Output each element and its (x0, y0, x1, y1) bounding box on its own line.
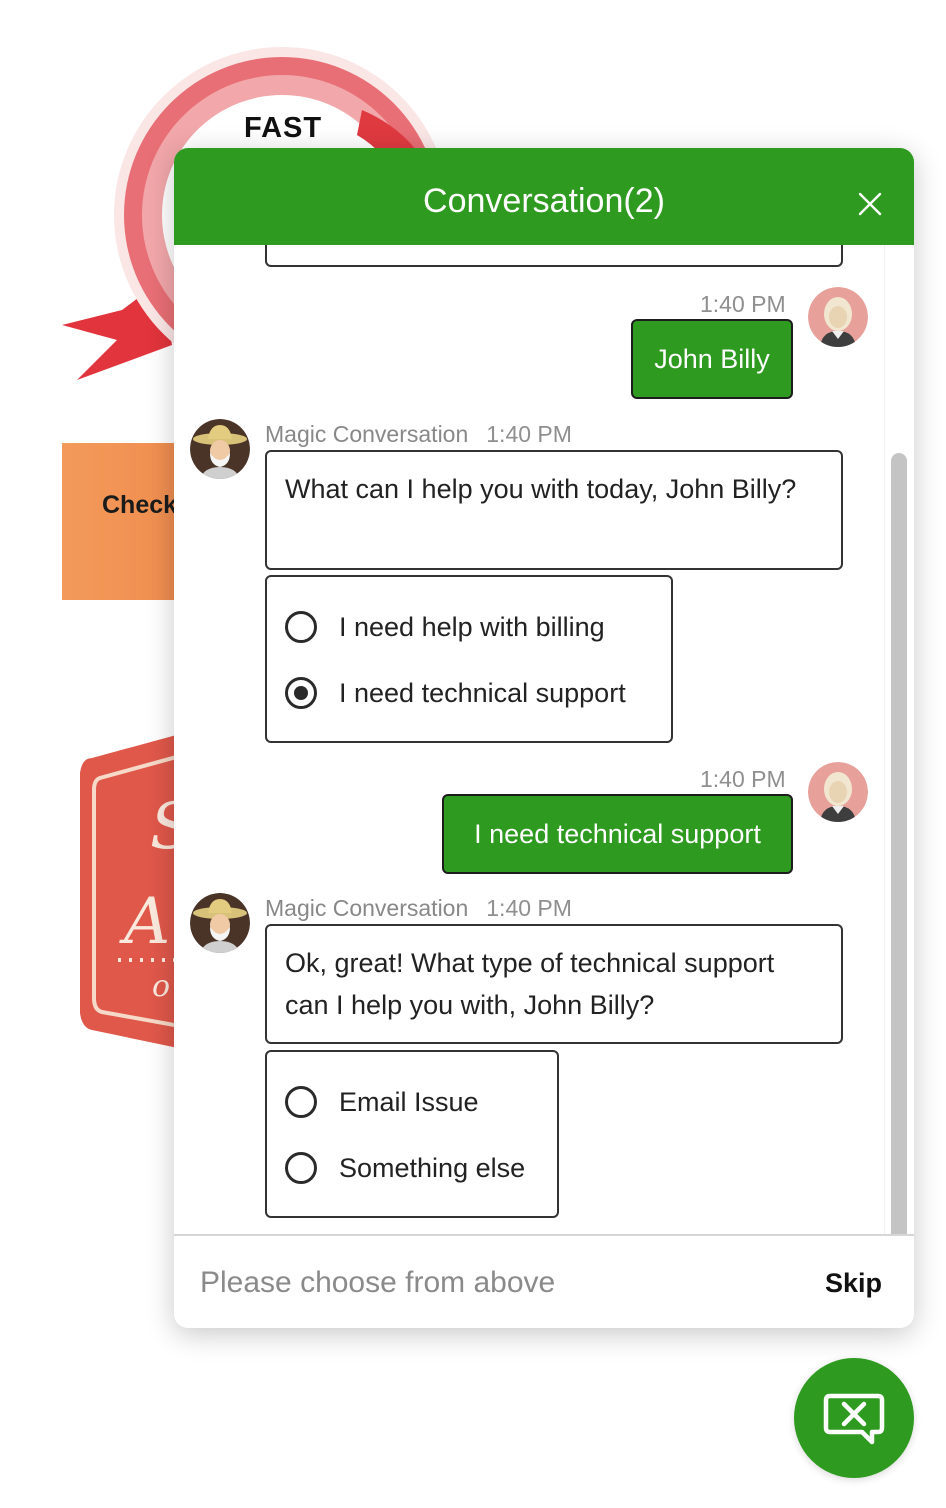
option-label: I need technical support (339, 677, 626, 708)
option-label: I need help with billing (339, 611, 605, 642)
message-time: 1:40 PM (486, 895, 572, 921)
bot-avatar (190, 419, 250, 479)
chat-panel: Conversation(2) 1:40 PM John Billy Magic… (174, 148, 914, 1328)
options-group: I need help with billing I need technica… (265, 575, 673, 743)
chat-title: Conversation(2) (423, 182, 665, 220)
bot-message-bubble: Ok, great! What type of technical suppor… (265, 924, 843, 1044)
svg-text:A: A (119, 885, 170, 959)
close-icon (858, 192, 882, 216)
chat-header: Conversation(2) (174, 148, 914, 245)
user-message-bubble: I need technical support (442, 794, 793, 874)
check-button[interactable]: Check (62, 443, 192, 600)
check-button-label: Check (102, 491, 178, 519)
chat-launcher-button[interactable] (794, 1358, 914, 1478)
message-time: 1:40 PM (700, 291, 786, 317)
option-label: Email Issue (339, 1086, 479, 1117)
message-meta: 1:40 PM (700, 766, 786, 793)
user-avatar-icon (808, 287, 868, 347)
option-label: Something else (339, 1152, 526, 1183)
sombrero-man-avatar-icon (190, 893, 250, 953)
message-meta: 1:40 PM (700, 291, 786, 318)
sender-name: Magic Conversation (265, 421, 469, 447)
message-list[interactable]: 1:40 PM John Billy Magic Conversation 1:… (174, 245, 914, 1285)
radio-icon[interactable] (285, 611, 317, 643)
skip-button[interactable]: Skip (825, 1268, 882, 1299)
user-message-bubble: John Billy (631, 319, 793, 399)
sender-name: Magic Conversation (265, 895, 469, 921)
option-billing[interactable]: I need help with billing (285, 607, 605, 647)
user-avatar-icon (808, 762, 868, 822)
option-email-issue[interactable]: Email Issue (285, 1082, 479, 1122)
radio-icon[interactable] (285, 1152, 317, 1184)
bot-avatar (190, 893, 250, 953)
svg-text:o: o (152, 969, 170, 1004)
message-input[interactable] (198, 1262, 762, 1304)
sombrero-man-avatar-icon (190, 419, 250, 479)
message-meta: Magic Conversation 1:40 PM (265, 895, 572, 922)
close-button[interactable] (854, 188, 886, 220)
radio-selected-icon[interactable] (285, 677, 317, 709)
user-avatar (808, 762, 868, 822)
message-time: 1:40 PM (486, 421, 572, 447)
message-meta: Magic Conversation 1:40 PM (265, 421, 572, 448)
option-technical-support[interactable]: I need technical support (285, 673, 626, 713)
user-avatar (808, 287, 868, 347)
message-time: 1:40 PM (700, 766, 786, 792)
previous-bot-bubble (265, 245, 843, 267)
chat-footer: Skip (174, 1234, 914, 1328)
options-group: Email Issue Something else (265, 1050, 559, 1218)
radio-icon[interactable] (285, 1086, 317, 1118)
option-something-else[interactable]: Something else (285, 1148, 525, 1188)
fast-badge-text: FAST (244, 112, 323, 144)
chat-close-icon (823, 1393, 885, 1445)
bot-message-bubble: What can I help you with today, John Bil… (265, 450, 843, 570)
scrollbar-thumb[interactable] (891, 453, 907, 1281)
